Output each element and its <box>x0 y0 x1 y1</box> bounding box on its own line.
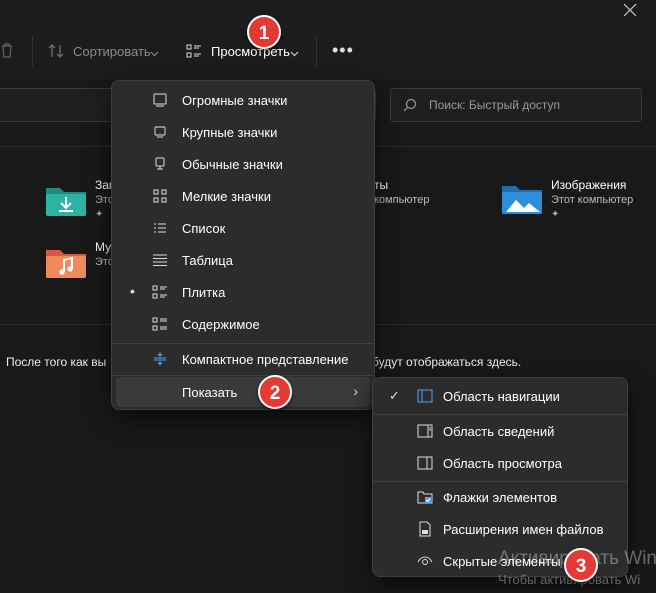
quick-access-documents[interactable]: ты компьютер <box>374 178 454 208</box>
menu-item-label: Область просмотра <box>443 456 562 471</box>
search-icon <box>403 98 417 112</box>
menu-item-label: Огромные значки <box>182 93 288 108</box>
menu-item-navigation-pane[interactable]: ✓ Область навигации <box>377 381 623 411</box>
menu-item-tiles[interactable]: • Плитка <box>116 277 370 307</box>
quick-access-music[interactable]: Му Это <box>44 240 114 280</box>
pin-icon: ✦ <box>95 209 104 220</box>
tiles-icon <box>152 284 168 300</box>
recent-files-note: будут отображаться здесь. <box>372 355 522 369</box>
menu-item-normal-icons[interactable]: Обычные значки <box>116 149 370 179</box>
sort-label: Сортировать <box>73 44 151 59</box>
quick-access-pictures[interactable]: Изображения Этот компьютер ✦ <box>500 178 650 226</box>
step-badge-2: 2 <box>258 375 292 409</box>
eye-icon <box>417 553 433 569</box>
menu-item-label: Область навигации <box>443 389 560 404</box>
search-input[interactable]: Поиск: Быстрый доступ <box>390 88 642 122</box>
menu-item-label: Плитка <box>182 285 226 300</box>
delete-icon[interactable] <box>0 42 14 63</box>
table-icon <box>152 252 168 268</box>
view-menu: Огромные значки Крупные значки Обычные з… <box>111 80 375 410</box>
small-icons-grid-icon <box>152 188 168 204</box>
menu-item-label: Компактное представление <box>182 352 349 367</box>
monitor-small-icon <box>152 124 168 140</box>
chevron-down-icon <box>290 45 299 63</box>
menu-item-compact-view[interactable]: Компактное представление <box>116 344 370 374</box>
view-button[interactable]: Просмотреть <box>180 36 304 66</box>
menu-separator <box>112 375 374 376</box>
menu-item-list[interactable]: Список <box>116 213 370 243</box>
show-submenu: ✓ Область навигации Область сведений Обл… <box>372 377 628 577</box>
menu-item-show[interactable]: Показать › <box>116 377 370 407</box>
close-icon[interactable] <box>620 0 640 20</box>
menu-item-table[interactable]: Таблица <box>116 245 370 275</box>
menu-item-small-icons[interactable]: Мелкие значки <box>116 181 370 211</box>
menu-item-label: Показать <box>182 385 238 400</box>
recent-files-note: После того как вы <box>6 355 107 369</box>
music-folder-icon <box>46 250 86 278</box>
sort-button[interactable]: Сортировать <box>44 36 164 66</box>
menu-item-large-icons[interactable]: Крупные значки <box>116 117 370 147</box>
menu-item-label: Список <box>182 221 226 236</box>
menu-item-details-pane[interactable]: Область сведений <box>377 416 623 446</box>
menu-separator <box>373 414 627 415</box>
step-badge-3: 3 <box>564 548 598 582</box>
checkbox-icon <box>417 489 433 505</box>
details-pane-icon <box>417 423 433 439</box>
pin-icon: ✦ <box>551 209 560 220</box>
menu-item-label: Крупные значки <box>182 125 278 140</box>
menu-item-label: Область сведений <box>443 424 555 439</box>
pictures-folder-icon <box>502 186 542 214</box>
monitor-icon <box>152 92 168 108</box>
menu-item-content[interactable]: Содержимое <box>116 309 370 339</box>
monitor-stand-icon <box>152 156 168 172</box>
quick-access-title: Изображения <box>551 178 627 192</box>
downloads-folder-icon <box>46 188 86 216</box>
more-options-button[interactable]: ••• <box>332 40 354 61</box>
toolbar: Сортировать Просмотреть ••• <box>0 0 656 80</box>
toolbar-separator <box>32 36 33 66</box>
menu-item-file-extensions[interactable]: Расширения имен файлов <box>377 514 623 544</box>
content-icon <box>152 316 168 332</box>
tiles-icon <box>186 44 202 63</box>
quick-access-title: ты <box>374 178 389 192</box>
menu-item-item-checkboxes[interactable]: Флажки элементов <box>377 482 623 512</box>
sort-icon <box>48 44 64 63</box>
menu-item-huge-icons[interactable]: Огромные значки <box>116 85 370 115</box>
step-badge-1: 1 <box>247 15 281 49</box>
menu-item-label: Расширения имен файлов <box>443 522 604 537</box>
chevron-down-icon <box>150 45 159 63</box>
quick-access-title: Му <box>95 240 112 254</box>
quick-access-downloads[interactable]: Заг Это ✦ <box>44 178 114 226</box>
checkmark-icon: ✓ <box>389 388 400 403</box>
nav-pane-icon <box>417 388 433 404</box>
preview-pane-icon <box>417 455 433 471</box>
file-icon <box>417 521 433 537</box>
toolbar-separator <box>316 36 317 66</box>
selected-bullet-icon: • <box>130 283 135 299</box>
menu-item-label: Обычные значки <box>182 157 283 172</box>
list-icon <box>152 220 168 236</box>
menu-item-preview-pane[interactable]: Область просмотра <box>377 448 623 478</box>
search-placeholder: Поиск: Быстрый доступ <box>429 98 561 112</box>
menu-item-label: Флажки элементов <box>443 490 557 505</box>
view-label: Просмотреть <box>211 44 290 59</box>
compact-icon <box>152 351 168 367</box>
quick-access-subtitle: Этот компьютер <box>551 194 634 206</box>
menu-item-label: Мелкие значки <box>182 189 271 204</box>
chevron-right-icon: › <box>353 383 358 399</box>
menu-item-label: Содержимое <box>182 317 260 332</box>
menu-item-label: Таблица <box>182 253 233 268</box>
quick-access-subtitle: компьютер <box>374 194 430 206</box>
